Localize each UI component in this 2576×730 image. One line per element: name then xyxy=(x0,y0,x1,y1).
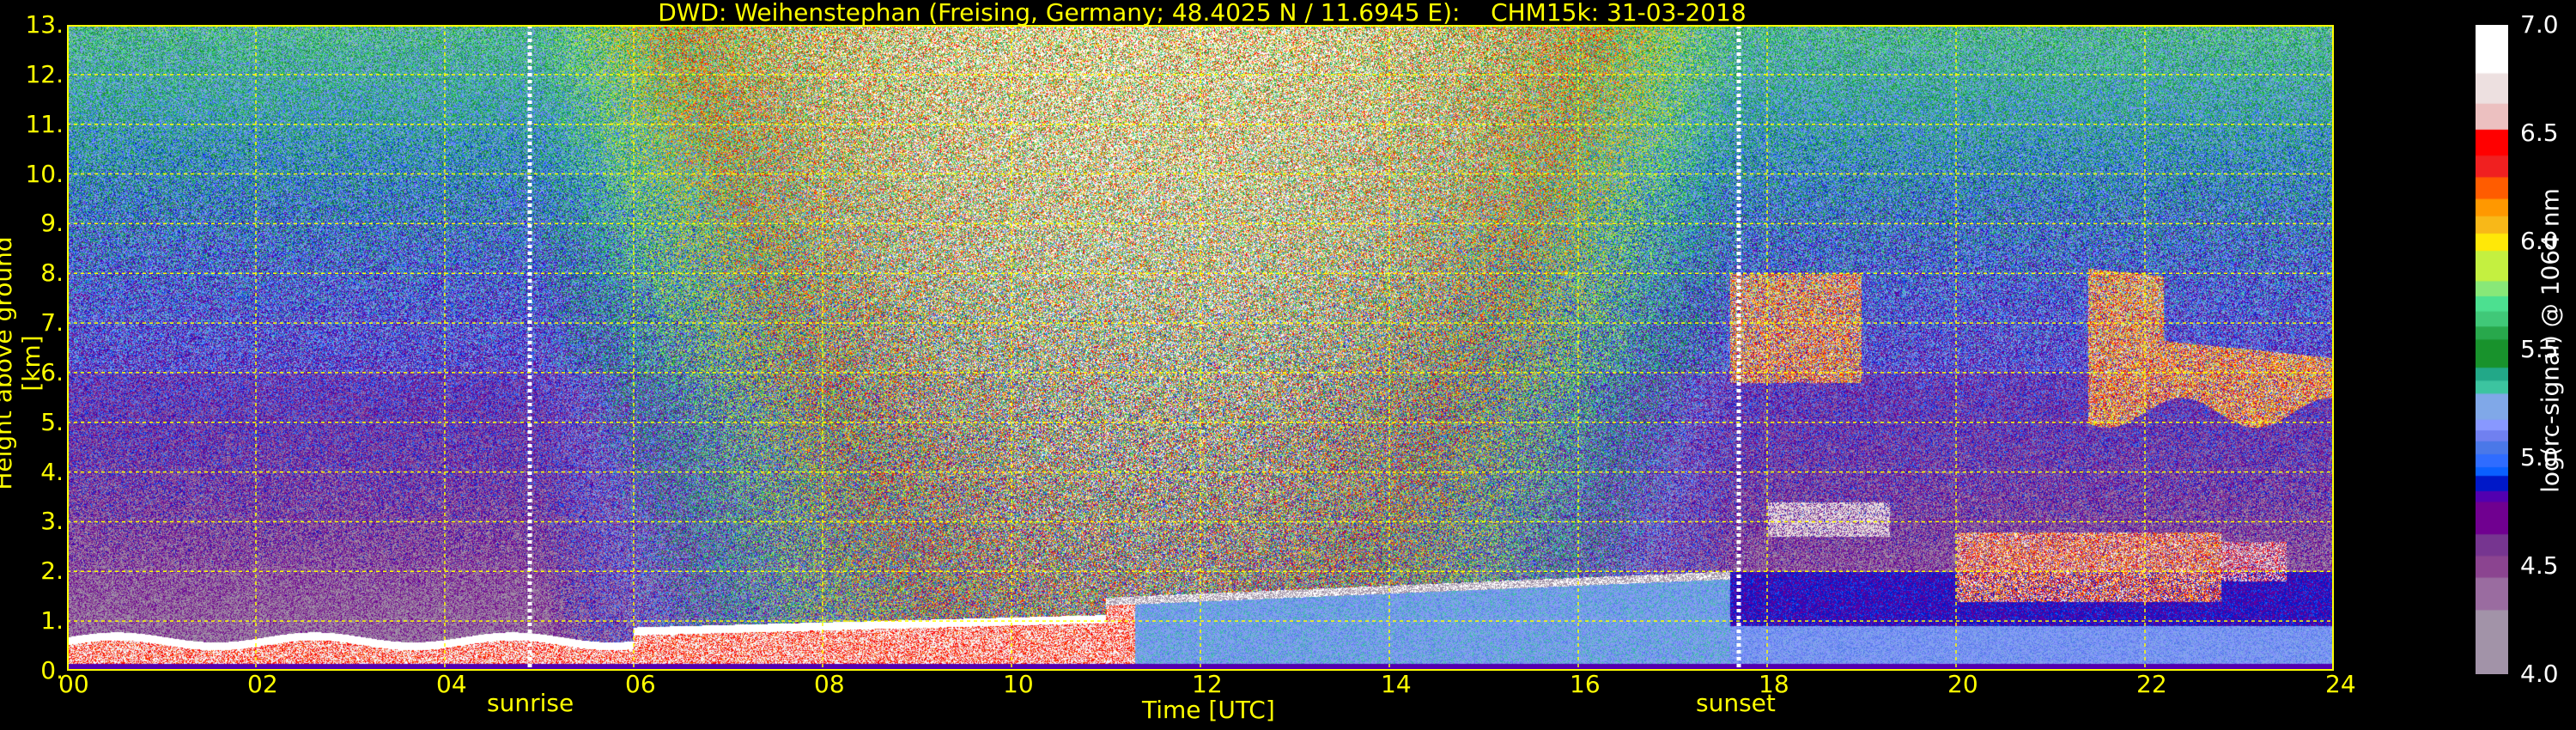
x-tick-label: 22 xyxy=(2136,670,2167,698)
colorbar-tick-label: 4.0 xyxy=(2520,660,2559,688)
colorbar xyxy=(2476,25,2508,674)
sunset-label: sunset xyxy=(1696,689,1776,717)
y-tick-label: 13. xyxy=(25,10,64,39)
axes: 00 02 04 06 08 10 12 14 16 18 20 22 24 0. 1. 2. 3. 4. 5. 6.… xyxy=(0,0,2576,730)
y-tick-label: 11. xyxy=(25,109,64,138)
colorbar-tick-label: 6.0 xyxy=(2520,227,2559,255)
y-tick-label: 3. xyxy=(40,507,64,536)
x-tick-label: 20 xyxy=(1947,670,1978,698)
y-tick-label: 0. xyxy=(40,656,64,684)
x-axis-label: Time [UTC] xyxy=(1142,696,1275,724)
x-tick-label: 06 xyxy=(625,670,656,698)
y-axis-label: Height above ground [km] xyxy=(0,236,46,490)
x-tick-label: 12 xyxy=(1192,670,1223,698)
colorbar-tick-label: 5.5 xyxy=(2520,335,2559,363)
x-tick-label: 16 xyxy=(1570,670,1601,698)
colorbar-tick-label: 5.0 xyxy=(2520,443,2559,471)
x-tick-label: 08 xyxy=(814,670,845,698)
x-tick-label: 14 xyxy=(1381,670,1412,698)
y-tick-label: 12. xyxy=(25,59,64,88)
x-tick-label: 24 xyxy=(2325,670,2356,698)
x-tick-label: 04 xyxy=(436,670,467,698)
y-tick-label: 1. xyxy=(40,606,64,636)
x-tick-label: 02 xyxy=(247,670,278,698)
x-tick-label: 10 xyxy=(1003,670,1034,698)
colorbar-tick-label: 7.0 xyxy=(2520,10,2559,39)
sunrise-label: sunrise xyxy=(487,689,574,717)
colorbar-tick-label: 6.5 xyxy=(2520,119,2559,147)
colorbar-tick-label: 4.5 xyxy=(2520,551,2559,580)
y-tick-label: 10. xyxy=(25,159,64,188)
y-tick-label: 2. xyxy=(40,557,64,586)
